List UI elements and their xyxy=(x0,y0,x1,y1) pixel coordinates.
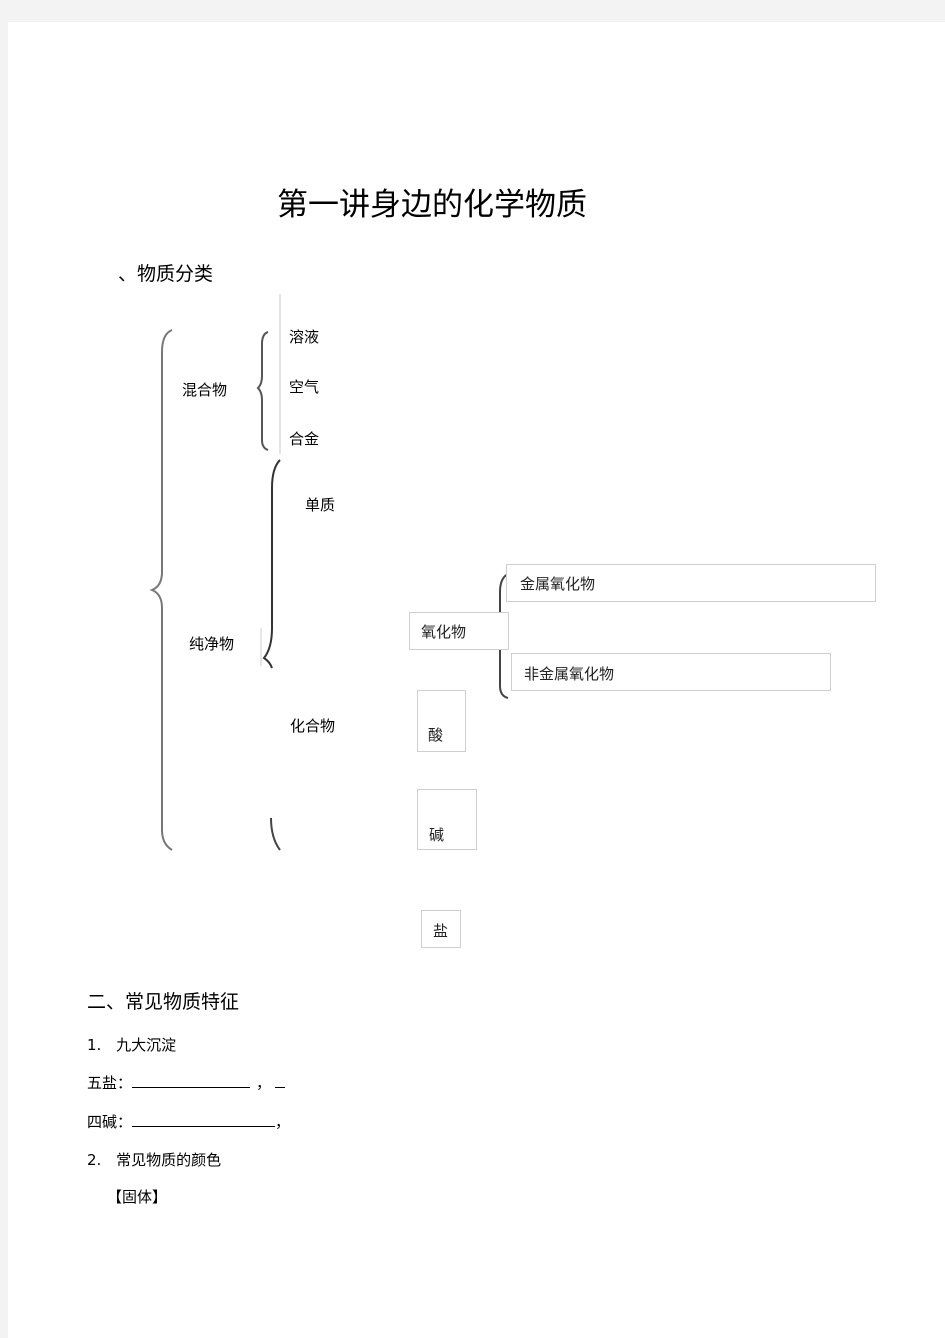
acid-label: 酸 xyxy=(428,726,444,744)
five-salts-blank[interactable] xyxy=(132,1073,251,1088)
nonmetal-oxide-box: 非金属氧化物 xyxy=(511,653,831,691)
salt-box: 盐 xyxy=(421,910,461,948)
oxide-label: 氧化物 xyxy=(421,623,467,641)
four-bases-comma: ， xyxy=(275,1113,291,1131)
section-heading-features: 二、常见物质特征 xyxy=(87,991,240,1013)
five-salts-line: 五盐： ， xyxy=(87,1072,286,1093)
item2-text: 常见物质的颜色 xyxy=(116,1151,222,1169)
mixture-brace xyxy=(256,331,269,451)
acid-box: 酸 xyxy=(417,690,466,752)
four-bases-label: 四碱： xyxy=(87,1113,133,1131)
salt-label: 盐 xyxy=(433,922,449,940)
item1-text: 九大沉淀 xyxy=(116,1036,177,1054)
five-salts-blank-2[interactable] xyxy=(275,1073,286,1088)
metal-oxide-label: 金属氧化物 xyxy=(520,575,596,593)
four-bases-line: 四碱： ， xyxy=(87,1111,290,1132)
item2-number: 2. xyxy=(87,1151,102,1169)
mixture-child-air: 空气 xyxy=(289,378,320,396)
nonmetal-oxide-label: 非金属氧化物 xyxy=(524,665,615,683)
item1: 1. 九大沉淀 xyxy=(87,1034,176,1055)
pure-substance-label: 纯净物 xyxy=(189,635,235,653)
item1-number: 1. xyxy=(87,1036,102,1054)
pure-brace-lower xyxy=(270,817,281,851)
document-page: 第一讲身边的化学物质 、物质分类 混合物 溶液 空气 合金 纯净物 单质 化合物… xyxy=(8,22,945,1338)
mixture-label: 混合物 xyxy=(182,381,228,399)
pure-brace-upper xyxy=(262,459,281,669)
mixture-child-alloy: 合金 xyxy=(289,430,320,448)
mixture-child-solution: 溶液 xyxy=(289,328,320,346)
four-bases-blank[interactable] xyxy=(132,1112,276,1127)
five-salts-label: 五盐： xyxy=(87,1074,133,1092)
base-box: 碱 xyxy=(417,789,477,850)
compound-label: 化合物 xyxy=(290,717,336,735)
base-label: 碱 xyxy=(429,826,445,844)
five-salts-comma: ， xyxy=(256,1074,272,1092)
solid-subheading: 【固体】 xyxy=(107,1188,168,1206)
oxide-box: 氧化物 xyxy=(409,612,509,650)
metal-oxide-box: 金属氧化物 xyxy=(506,564,876,602)
item2: 2. 常见物质的颜色 xyxy=(87,1149,221,1170)
big-brace xyxy=(149,329,173,851)
element-label: 单质 xyxy=(305,496,336,514)
